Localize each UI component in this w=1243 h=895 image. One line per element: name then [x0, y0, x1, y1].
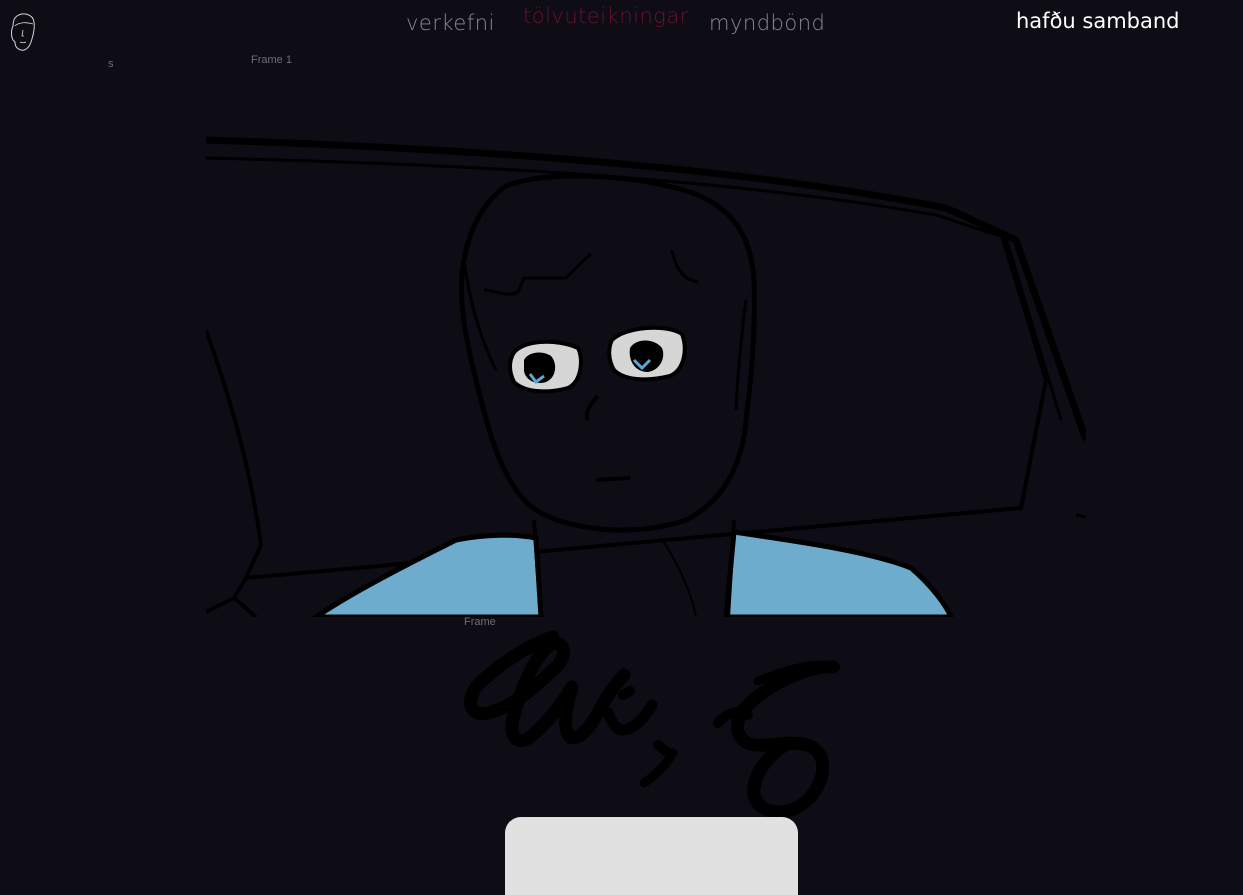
canvas-label-s: s [108, 58, 114, 70]
signature-graphic [464, 630, 841, 819]
content-card [505, 817, 798, 895]
frame-1-label: Frame 1 [251, 54, 292, 66]
contact-link[interactable]: hafðu samband [1016, 9, 1180, 33]
face-logo-icon[interactable] [9, 12, 37, 52]
nav-link-verkefni[interactable]: verkefni [406, 11, 495, 35]
face-outline-icon [11, 13, 35, 51]
nav-link-myndbond[interactable]: myndbönd [709, 11, 825, 35]
portrait-illustration [206, 136, 1086, 617]
nav-link-tolvuteikningar[interactable]: tölvuteikningar [523, 4, 689, 28]
portrait-artwork [206, 120, 1086, 617]
handwritten-signature [458, 625, 853, 835]
